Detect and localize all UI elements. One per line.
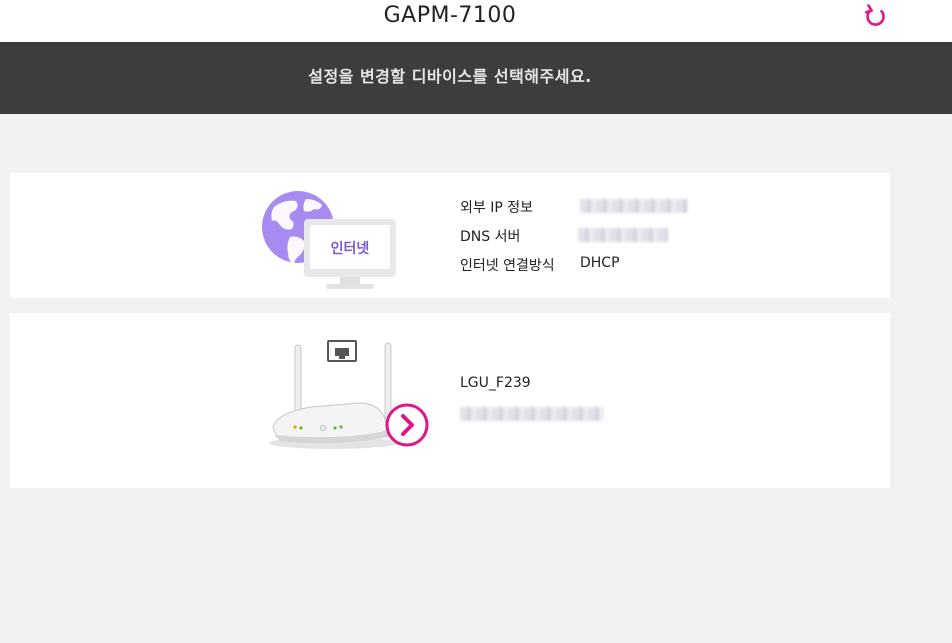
dns-label: DNS 서버 xyxy=(460,229,521,245)
internet-icon-label: 인터넷 xyxy=(331,240,370,257)
page-title: GAPM-7100 xyxy=(383,3,517,28)
internet-globe-monitor-icon: 인터넷 xyxy=(262,191,396,289)
external-ip-label: 외부 IP 정보 xyxy=(460,200,533,216)
router-detail-value xyxy=(460,403,604,422)
top-bar: GAPM-7100 xyxy=(0,0,952,42)
internet-card: 인터넷 외부 IP 정보 DNS 서버 인터넷 연결방식 DHCP xyxy=(10,173,890,298)
router-icon xyxy=(269,340,429,449)
external-ip-value xyxy=(580,198,688,214)
refresh-icon[interactable] xyxy=(862,2,890,30)
router-device-card[interactable]: LGU_F239 xyxy=(10,313,890,488)
dns-value xyxy=(578,227,668,243)
instruction-banner: 설정을 변경할 디바이스를 선택해주세요. xyxy=(0,42,952,114)
ethernet-port-icon xyxy=(327,340,357,362)
chevron-right-circle-icon xyxy=(385,403,429,447)
banner-text: 설정을 변경할 디바이스를 선택해주세요. xyxy=(308,67,592,86)
router-name: LGU_F239 xyxy=(460,375,531,391)
connection-type-label: 인터넷 연결방식 xyxy=(460,258,555,274)
connection-type-value: DHCP xyxy=(580,255,620,271)
